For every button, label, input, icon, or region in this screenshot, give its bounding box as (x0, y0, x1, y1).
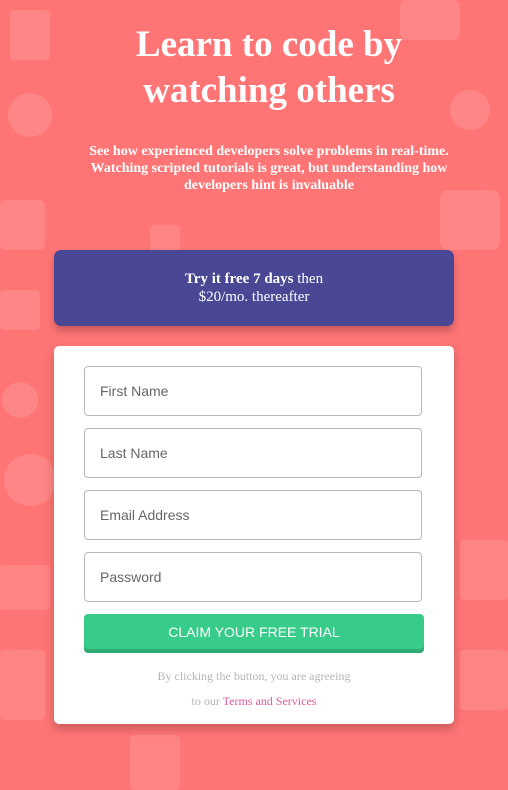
trial-banner-strong: Try it free 7 days (184, 271, 294, 287)
last-name-input[interactable] (84, 428, 422, 478)
trial-banner: Try it free 7 days then $20/mo. thereaft… (54, 250, 454, 326)
trial-banner-price: $20/mo. thereafter (198, 289, 310, 305)
landing-page: Learn to code by watching others See how… (0, 0, 508, 790)
subtitle-line-1: See how experienced developers solve pro… (89, 144, 449, 159)
subtitle-line-2: Watching scripted tutorials is great, bu… (90, 161, 448, 193)
first-name-input[interactable] (84, 366, 422, 416)
title-line-2: watching others (143, 70, 395, 111)
legal-notice: By clicking the button, you are agreeing… (84, 664, 424, 714)
title-line-1: Learn to code by (135, 24, 403, 65)
claim-free-trial-button[interactable]: CLAIM YOUR FREE TRIAL (84, 614, 424, 649)
legal-line-1: By clicking the button, you are agreeing (157, 669, 351, 683)
email-input[interactable] (84, 490, 422, 540)
page-title: Learn to code by watching others (54, 22, 484, 114)
trial-banner-then: then (293, 271, 324, 287)
signup-form: CLAIM YOUR FREE TRIAL By clicking the bu… (54, 346, 454, 724)
legal-prefix: to our (191, 694, 223, 708)
terms-link[interactable]: Terms and Services (223, 694, 317, 708)
password-input[interactable] (84, 552, 422, 602)
trial-banner-line-1: Try it free 7 days then (54, 270, 454, 288)
page-subtitle: See how experienced developers solve pro… (84, 143, 454, 194)
